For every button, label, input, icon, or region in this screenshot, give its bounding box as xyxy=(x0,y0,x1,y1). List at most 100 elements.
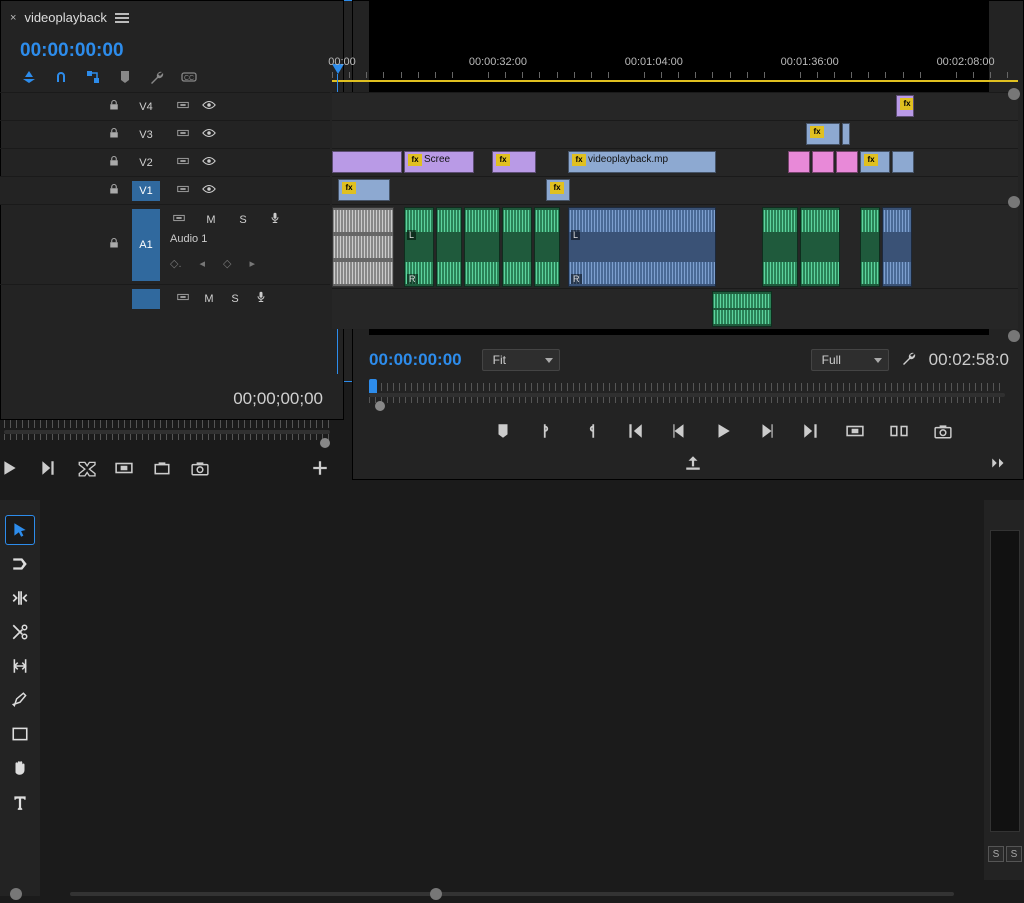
lock-icon[interactable] xyxy=(108,183,122,198)
clip[interactable]: fx xyxy=(338,179,390,201)
track-header-v4[interactable]: V4 xyxy=(0,92,330,120)
audio-clip[interactable]: fx xyxy=(712,291,772,327)
audio-clip[interactable]: fxLR xyxy=(568,207,716,287)
v-zoom-knob-mid[interactable] xyxy=(1008,196,1020,208)
lock-icon[interactable] xyxy=(108,99,122,114)
insert-button[interactable] xyxy=(76,458,96,478)
lane-v1[interactable]: fx fx xyxy=(332,176,1018,205)
lock-icon[interactable] xyxy=(108,237,122,252)
source-scrub-bar[interactable] xyxy=(4,416,330,444)
sync-lock-icon[interactable] xyxy=(174,98,192,115)
sync-lock-icon[interactable] xyxy=(174,154,192,171)
clip[interactable] xyxy=(332,151,402,173)
track-label[interactable]: V1 xyxy=(132,181,160,201)
sync-lock-icon[interactable] xyxy=(174,290,192,307)
sequence-tab[interactable]: × videoplayback xyxy=(10,10,129,25)
clip[interactable]: fx xyxy=(546,179,570,201)
snapshot-button[interactable] xyxy=(190,458,210,478)
audio-clip[interactable]: fx xyxy=(464,207,500,287)
hand-tool[interactable] xyxy=(6,754,34,782)
audio-clip[interactable]: fx xyxy=(882,207,912,287)
timeline-ruler[interactable]: 00:0000:00:32:0000:01:04:0000:01:36:0000… xyxy=(332,56,1018,90)
clip[interactable] xyxy=(892,151,914,173)
timeline-h-scrollbar[interactable] xyxy=(10,889,1014,899)
sync-lock-icon[interactable] xyxy=(174,126,192,143)
captions-icon[interactable]: CC xyxy=(180,68,198,86)
v-zoom-knob-bottom[interactable] xyxy=(1008,330,1020,342)
pen-tool[interactable] xyxy=(6,686,34,714)
selection-tool[interactable] xyxy=(6,516,34,544)
track-select-tool[interactable] xyxy=(6,550,34,578)
audio-clip[interactable]: fx xyxy=(502,207,532,287)
clip[interactable]: fx xyxy=(492,151,536,173)
solo-toggle[interactable]: S xyxy=(234,214,252,226)
track-label[interactable]: V2 xyxy=(132,153,160,173)
eye-icon[interactable] xyxy=(200,98,218,115)
lane-v4[interactable]: fx xyxy=(332,92,1018,121)
clip[interactable]: fx xyxy=(860,151,890,173)
clip[interactable] xyxy=(812,151,834,173)
audio-clip[interactable]: fx xyxy=(762,207,798,287)
track-header-v2[interactable]: V2 xyxy=(0,148,330,176)
clip[interactable] xyxy=(788,151,810,173)
v-zoom-knob-top[interactable] xyxy=(1008,88,1020,100)
clip[interactable] xyxy=(836,151,858,173)
track-header-v1[interactable]: V1 xyxy=(0,176,330,204)
audio-clip[interactable]: fxLR xyxy=(404,207,434,287)
audio-clip[interactable]: fx xyxy=(860,207,880,287)
close-tab-icon[interactable]: × xyxy=(10,12,16,24)
lane-a1[interactable]: fx fxLR fx fx fx fx fxLR fx fx fx fx xyxy=(332,204,1018,289)
track-label[interactable]: V4 xyxy=(132,97,160,117)
solo-button-2[interactable]: S xyxy=(1006,846,1022,862)
eye-icon[interactable] xyxy=(200,126,218,143)
solo-button-1[interactable]: S xyxy=(988,846,1004,862)
h-scroll-knob-right[interactable] xyxy=(430,888,442,900)
rectangle-tool[interactable] xyxy=(6,720,34,748)
overwrite-button[interactable] xyxy=(114,458,134,478)
snap-icon[interactable] xyxy=(52,68,70,86)
clip[interactable]: fx xyxy=(806,123,840,145)
lock-icon[interactable] xyxy=(108,127,122,142)
audio-clip[interactable]: fx xyxy=(800,207,840,287)
prev-keyframe-icon[interactable]: ◂ xyxy=(200,257,206,270)
solo-toggle[interactable]: S xyxy=(226,293,244,305)
slip-tool[interactable] xyxy=(6,652,34,680)
mute-toggle[interactable]: M xyxy=(202,214,220,226)
sync-lock-icon[interactable] xyxy=(174,182,192,199)
track-label[interactable]: V3 xyxy=(132,125,160,145)
clip[interactable]: fxvideoplayback.mp xyxy=(568,151,716,173)
clip[interactable]: fx xyxy=(896,95,914,117)
track-label[interactable]: A1 xyxy=(132,209,160,281)
mute-toggle[interactable]: M xyxy=(200,293,218,305)
step-forward-button[interactable] xyxy=(38,458,58,478)
add-button[interactable] xyxy=(310,458,330,478)
source-timecode[interactable]: 00;00;00;00 xyxy=(233,389,323,409)
timeline-clips-area[interactable]: fx fx fxScree fx fxvideoplayback.mp fx xyxy=(332,92,1018,887)
play-button[interactable] xyxy=(0,458,20,478)
tab-menu-icon[interactable] xyxy=(115,13,129,23)
h-scroll-knob-left[interactable] xyxy=(10,888,22,900)
track-header-a1[interactable]: A1 M S Audio 1 ◇. ◂ ◇ ▸ xyxy=(0,204,330,284)
razor-tool[interactable] xyxy=(6,618,34,646)
track-header-v3[interactable]: V3 xyxy=(0,120,330,148)
scrub-zoom-knob[interactable] xyxy=(320,438,330,448)
lock-icon[interactable] xyxy=(108,155,122,170)
track-label[interactable] xyxy=(132,289,160,309)
voiceover-icon[interactable] xyxy=(266,211,284,228)
keyframe-icon[interactable]: ◇. xyxy=(170,257,182,270)
track-header-a2[interactable]: M S xyxy=(0,284,330,312)
audio-clip[interactable]: fx xyxy=(332,207,394,287)
eye-icon[interactable] xyxy=(200,154,218,171)
add-keyframe-icon[interactable]: ◇ xyxy=(223,257,231,270)
type-tool[interactable] xyxy=(6,788,34,816)
timeline-settings-icon[interactable] xyxy=(148,68,166,86)
clip[interactable] xyxy=(842,123,850,145)
linked-selection-icon[interactable] xyxy=(84,68,102,86)
add-marker-icon[interactable] xyxy=(116,68,134,86)
timeline-timecode[interactable]: 00:00:00:00 xyxy=(20,40,124,62)
audio-clip[interactable]: fx xyxy=(436,207,462,287)
voiceover-icon[interactable] xyxy=(252,290,270,307)
clip[interactable]: fxScree xyxy=(404,151,474,173)
ripple-edit-tool[interactable] xyxy=(6,584,34,612)
sync-lock-icon[interactable] xyxy=(170,211,188,228)
